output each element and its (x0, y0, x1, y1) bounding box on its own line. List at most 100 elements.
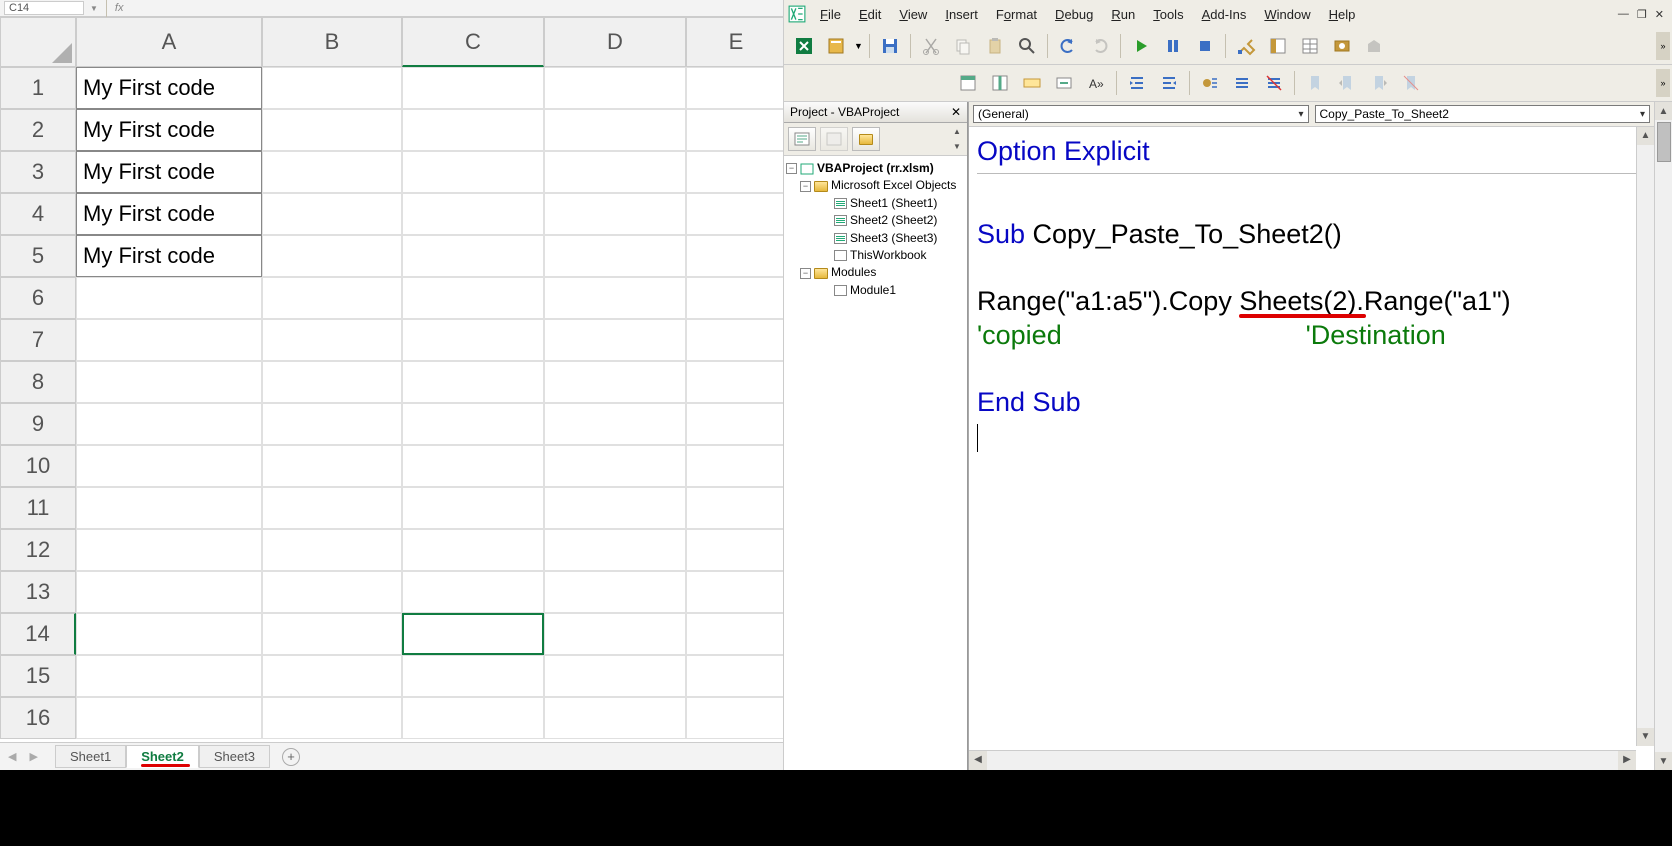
cell[interactable] (402, 277, 544, 319)
cell[interactable] (402, 655, 544, 697)
uncomment-block-icon[interactable] (1260, 69, 1288, 97)
select-all-corner[interactable] (0, 17, 76, 67)
column-header-D[interactable]: D (544, 17, 686, 67)
row-header[interactable]: 14 (0, 613, 76, 655)
reset-icon[interactable] (1191, 32, 1219, 60)
cell[interactable] (544, 109, 686, 151)
cell[interactable] (686, 319, 783, 361)
menu-view[interactable]: View (891, 5, 935, 24)
cell[interactable] (686, 193, 783, 235)
cell[interactable] (686, 235, 783, 277)
cell[interactable] (402, 319, 544, 361)
tree-node-vbaproject[interactable]: VBAProject (rr.xlsm) (817, 160, 934, 177)
code-editor[interactable]: Option Explicit Sub Copy_Paste_To_Sheet2… (969, 127, 1654, 770)
project-explorer-icon[interactable] (1264, 32, 1292, 60)
list-constants-icon[interactable] (986, 69, 1014, 97)
cell[interactable] (544, 403, 686, 445)
row-header[interactable]: 13 (0, 571, 76, 613)
cell[interactable] (262, 613, 402, 655)
run-icon[interactable] (1127, 32, 1155, 60)
cell[interactable] (262, 445, 402, 487)
row-header[interactable]: 4 (0, 193, 76, 235)
vertical-scrollbar[interactable]: ▲▼ (1636, 127, 1654, 746)
expander-icon[interactable]: − (800, 181, 811, 192)
redo-icon[interactable] (1086, 32, 1114, 60)
cell[interactable] (76, 445, 262, 487)
cell[interactable] (686, 529, 783, 571)
menu-tools[interactable]: Tools (1145, 5, 1191, 24)
tree-node-sheet3[interactable]: Sheet3 (Sheet3) (850, 230, 937, 247)
menu-run[interactable]: Run (1103, 5, 1143, 24)
restore-icon[interactable]: ❐ (1637, 8, 1647, 21)
tree-node-sheet2[interactable]: Sheet2 (Sheet2) (850, 212, 937, 229)
cell[interactable] (544, 487, 686, 529)
toolbar-overflow-icon[interactable]: » (1656, 32, 1670, 60)
menu-format[interactable]: Format (988, 5, 1045, 24)
design-mode-icon[interactable] (1232, 32, 1260, 60)
cell[interactable] (402, 235, 544, 277)
cell[interactable] (76, 697, 262, 739)
cell[interactable] (402, 109, 544, 151)
tree-node-module1[interactable]: Module1 (850, 282, 896, 299)
name-box[interactable]: C14 (4, 1, 84, 15)
cell[interactable] (262, 193, 402, 235)
column-header-B[interactable]: B (262, 17, 402, 67)
sheet-tab-sheet3[interactable]: Sheet3 (199, 745, 270, 768)
cell[interactable] (686, 67, 783, 109)
view-object-icon[interactable] (820, 127, 848, 151)
cell-A3[interactable]: My First code (76, 151, 262, 193)
cell[interactable] (544, 529, 686, 571)
project-tree[interactable]: − VBAProject (rr.xlsm) − Microsoft Excel… (784, 156, 967, 770)
bookmark-next-icon[interactable] (1333, 69, 1361, 97)
tree-node-sheet1[interactable]: Sheet1 (Sheet1) (850, 195, 937, 212)
cell[interactable] (686, 445, 783, 487)
row-header[interactable]: 5 (0, 235, 76, 277)
indent-icon[interactable] (1123, 69, 1151, 97)
row-header[interactable]: 7 (0, 319, 76, 361)
cell[interactable] (76, 529, 262, 571)
menu-edit[interactable]: Edit (851, 5, 889, 24)
menu-insert[interactable]: Insert (937, 5, 986, 24)
bookmark-toggle-icon[interactable] (1301, 69, 1329, 97)
scroll-down-icon[interactable]: ▼ (953, 142, 965, 151)
cell[interactable] (262, 109, 402, 151)
cell[interactable] (686, 571, 783, 613)
tab-nav-arrows[interactable]: ◀ ▶ (8, 750, 43, 763)
cell[interactable] (262, 235, 402, 277)
sheet-tab-sheet1[interactable]: Sheet1 (55, 745, 126, 768)
row-header[interactable]: 3 (0, 151, 76, 193)
scroll-up-icon[interactable]: ▲ (953, 127, 965, 136)
cell[interactable] (402, 529, 544, 571)
column-header-A[interactable]: A (76, 17, 262, 67)
cell[interactable] (686, 403, 783, 445)
row-header[interactable]: 12 (0, 529, 76, 571)
worksheet-grid[interactable]: A B C D E 1 My First code 2 My First cod… (0, 17, 783, 742)
cell[interactable] (76, 571, 262, 613)
cell[interactable] (544, 361, 686, 403)
row-header[interactable]: 15 (0, 655, 76, 697)
row-header[interactable]: 8 (0, 361, 76, 403)
cell[interactable] (76, 487, 262, 529)
row-header[interactable]: 11 (0, 487, 76, 529)
row-header[interactable]: 1 (0, 67, 76, 109)
find-icon[interactable] (1013, 32, 1041, 60)
cell[interactable] (544, 193, 686, 235)
cell[interactable] (544, 277, 686, 319)
column-header-C[interactable]: C (402, 17, 544, 67)
close-pane-icon[interactable]: ✕ (951, 105, 961, 119)
cell[interactable] (402, 445, 544, 487)
fx-icon[interactable]: fx (115, 2, 124, 14)
cell[interactable] (544, 235, 686, 277)
cell[interactable] (686, 655, 783, 697)
cell[interactable] (544, 571, 686, 613)
cell[interactable] (262, 697, 402, 739)
cell[interactable] (402, 487, 544, 529)
tree-node-modules[interactable]: Modules (831, 264, 876, 281)
cell[interactable] (544, 319, 686, 361)
breakpoint-icon[interactable] (1196, 69, 1224, 97)
cell[interactable] (262, 529, 402, 571)
cell[interactable] (262, 151, 402, 193)
menu-file[interactable]: File (812, 5, 849, 24)
cell[interactable] (686, 151, 783, 193)
expander-icon[interactable]: − (800, 268, 811, 279)
